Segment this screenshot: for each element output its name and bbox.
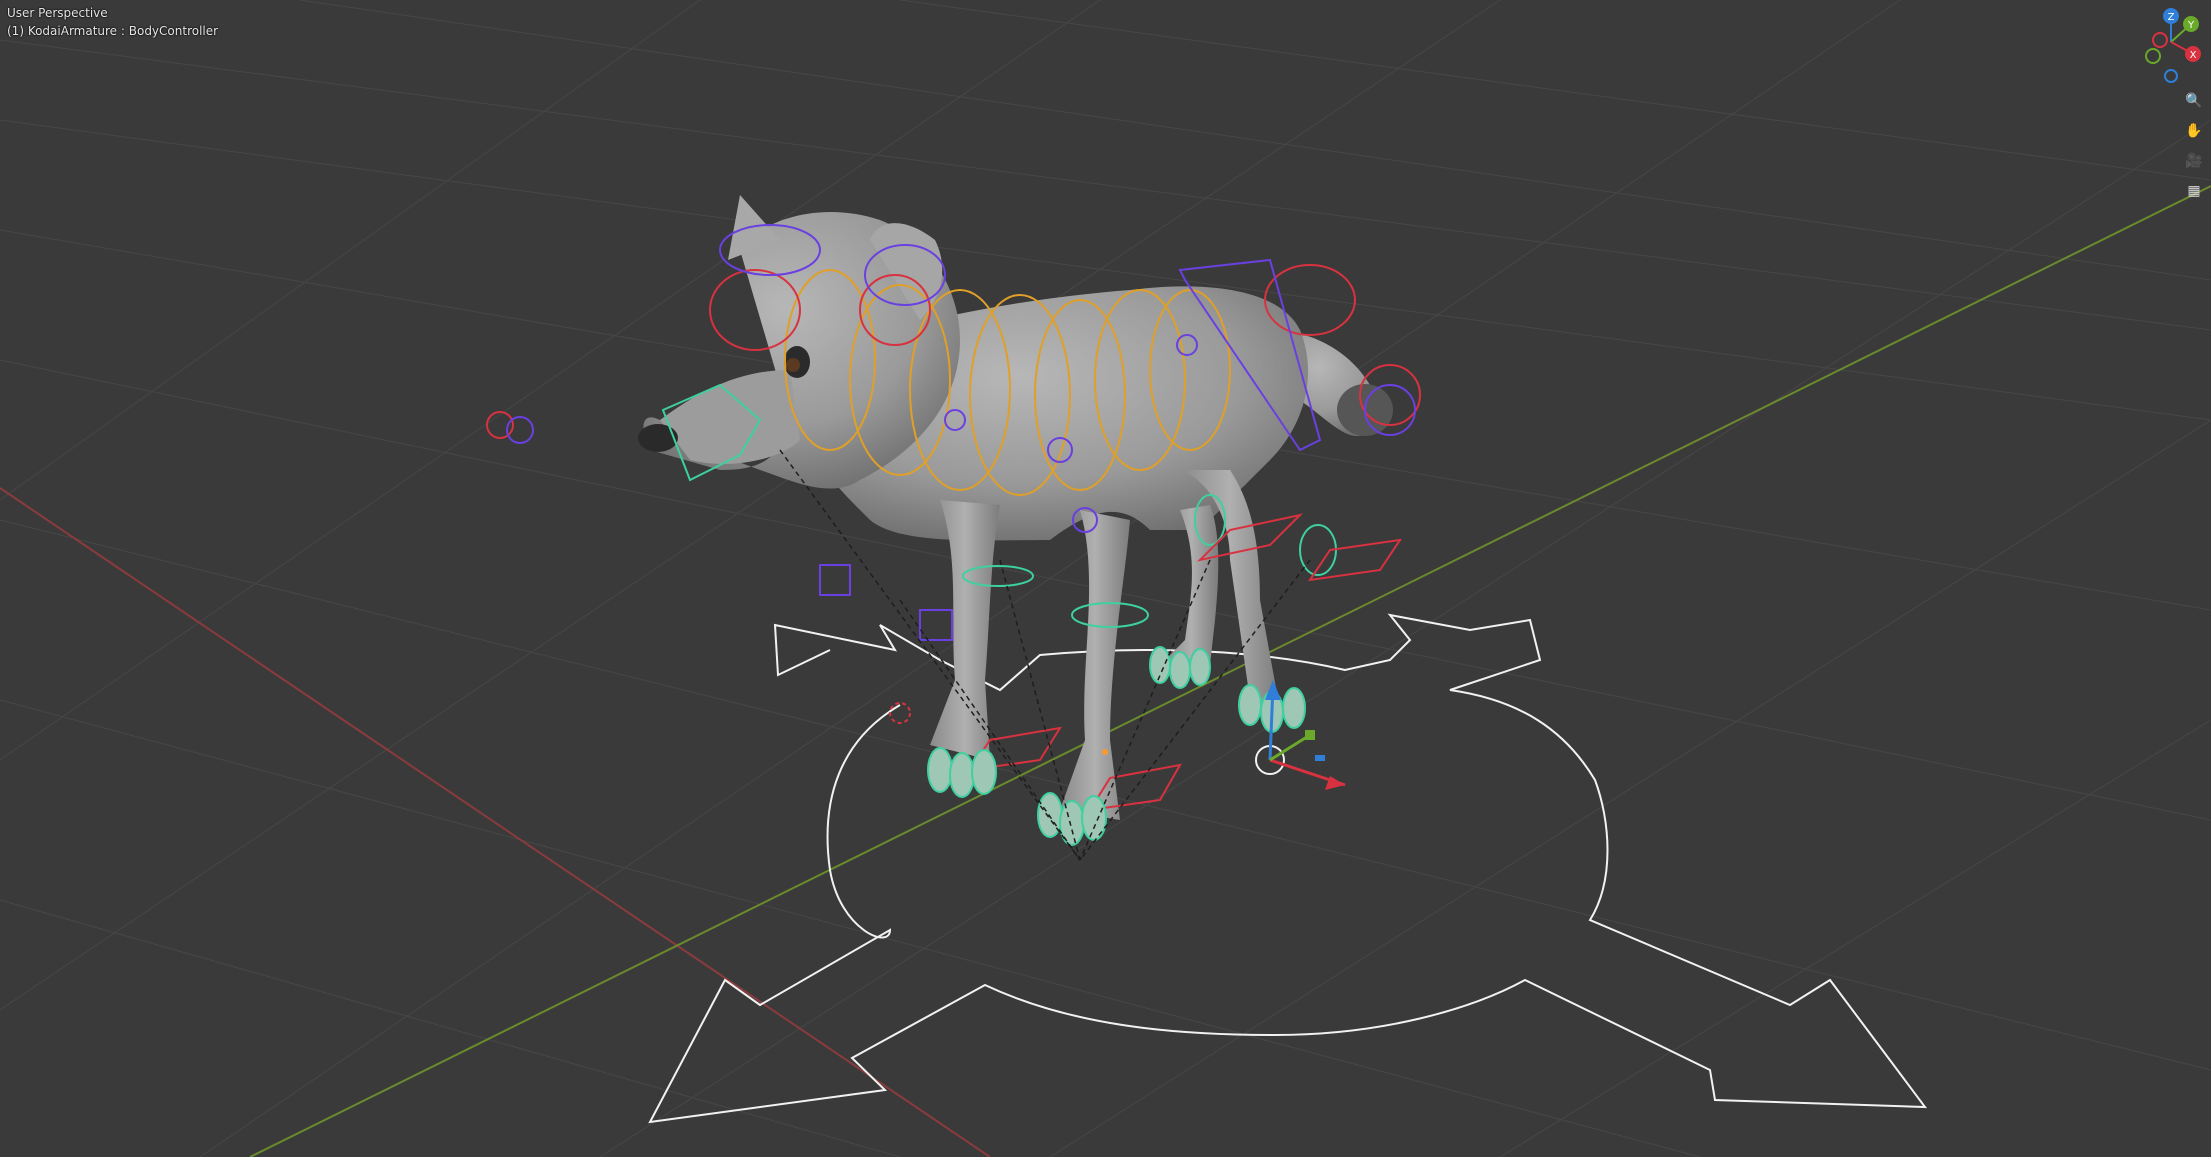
magnifier-icon: 🔍 [2185, 93, 2203, 109]
toggle-ortho-button[interactable]: ▦ [2183, 180, 2205, 202]
grid-icon: ▦ [2187, 183, 2201, 199]
pan-button[interactable]: ✋ [2183, 120, 2205, 142]
neg-z-axis-icon[interactable] [2164, 69, 2178, 83]
x-axis-line [0, 487, 991, 1157]
neg-x-axis-icon[interactable] [2152, 32, 2168, 48]
z-axis-label: Z [2168, 12, 2175, 23]
scene-canvas[interactable] [0, 0, 2211, 1157]
navigation-gizmo[interactable]: Z Y X [2131, 0, 2211, 85]
neg-y-axis-icon[interactable] [2145, 48, 2161, 64]
y-axis-label: Y [2187, 20, 2195, 31]
3d-viewport[interactable]: User Perspective (1) KodaiArmature : Bod… [0, 0, 2211, 1157]
camera-icon: 🎥 [2185, 153, 2203, 169]
zoom-button[interactable]: 🔍 [2183, 90, 2205, 112]
hand-icon: ✋ [2185, 123, 2203, 139]
active-object-label: (1) KodaiArmature : BodyController [7, 24, 219, 38]
view-name-label: User Perspective [7, 6, 108, 20]
camera-view-button[interactable]: 🎥 [2183, 150, 2205, 172]
x-axis-label: X [2190, 50, 2197, 61]
